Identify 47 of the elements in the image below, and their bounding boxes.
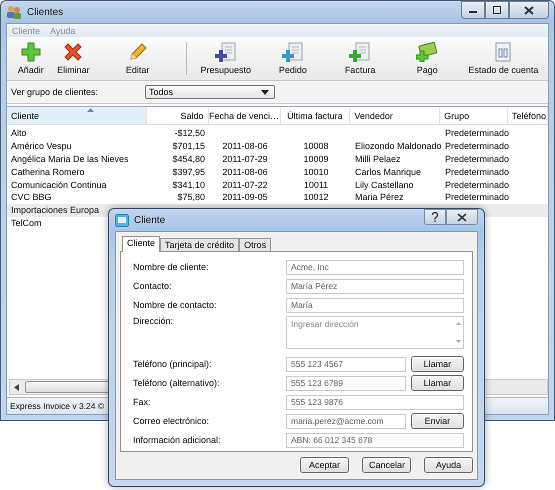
- filter-label: Ver grupo de clientes:: [11, 87, 100, 97]
- field-label: Nombre de cliente:: [133, 262, 210, 272]
- table-cell: 10011: [304, 180, 328, 190]
- table-cell: Predeterminado: [445, 166, 510, 177]
- table-cell: 10012: [303, 192, 329, 202]
- table-cell: Predeterminado: [445, 154, 510, 164]
- field-label: Dirección:: [133, 316, 174, 326]
- table-cell: $341,10: [172, 180, 205, 190]
- table-cell: Maria Pérez: [355, 192, 404, 202]
- table-cell: Predeterminado: [445, 192, 510, 202]
- table-cell: $397,95: [172, 166, 205, 177]
- table-cell: Angélica Maria De las Nieves: [11, 154, 129, 164]
- table-cell: 10009: [303, 154, 329, 164]
- table-cell: Predeterminado: [445, 180, 510, 190]
- table-cell: 2011-07-29: [222, 154, 268, 164]
- dialog-title: Cliente: [134, 214, 166, 226]
- field-label: Información adicional:: [133, 435, 222, 445]
- table-cell: CVC BBG: [11, 192, 52, 202]
- table-cell: Predeterminado: [445, 141, 510, 152]
- field-label: Correo electrónico:: [133, 416, 210, 426]
- table-cell: Comunicación Continua: [11, 180, 107, 190]
- table-cell: $701,15: [172, 141, 205, 152]
- table-cell: -$12,50: [174, 128, 205, 138]
- table-cell: Milli Pelaez: [355, 154, 401, 164]
- table-cell: 2011-08-06: [222, 141, 268, 152]
- table-cell: Lily Castellano: [355, 180, 414, 190]
- table-cell: 2011-08-06: [222, 166, 268, 177]
- table-cell: $75,80: [177, 192, 205, 202]
- table-cell: Alto: [11, 128, 27, 138]
- window-title: Clientes: [27, 6, 64, 18]
- field-label: Nombre de contacto:: [133, 300, 218, 310]
- table-cell: $454,80: [172, 154, 205, 164]
- table-cell: Américo Vespu: [11, 141, 72, 152]
- table-cell: Predeterminado: [445, 128, 510, 138]
- table-cell: 2011-09-05: [222, 192, 268, 202]
- field-label: Teléfono (alternativo):: [133, 378, 221, 388]
- table-cell: Carlos Manrique: [355, 166, 422, 177]
- field-label: Teléfono (principal):: [133, 359, 213, 369]
- status-text: Express Invoice v 3.24 ©: [10, 401, 104, 411]
- table-cell: 10010: [303, 166, 329, 177]
- field-label: Contacto:: [133, 281, 173, 291]
- table-cell: 10008: [303, 141, 329, 152]
- table-cell: Catherina Romero: [11, 166, 85, 177]
- field-label: Fax:: [133, 397, 152, 407]
- table-cell: 2011-07-22: [222, 180, 268, 190]
- table-cell: Eliozondo Maldonado: [355, 141, 442, 152]
- table-cell: Importaciones Europa: [11, 205, 100, 216]
